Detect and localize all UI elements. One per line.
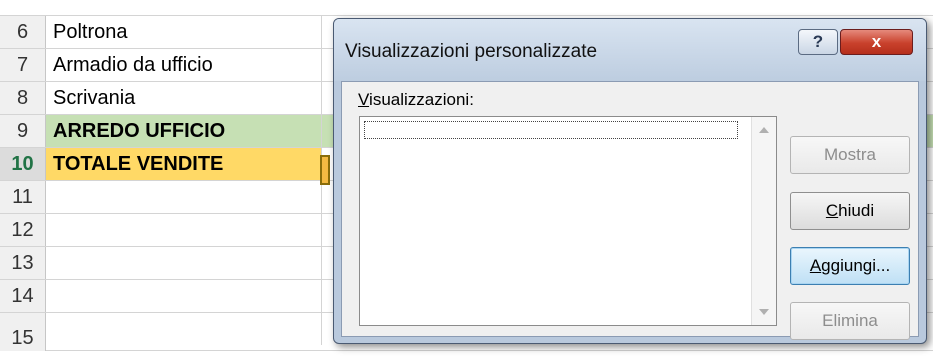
row-number[interactable]: 9 — [0, 115, 46, 147]
row-number[interactable]: 7 — [0, 49, 46, 81]
close-window-button[interactable]: x — [840, 29, 913, 55]
cell[interactable] — [46, 181, 322, 213]
cell[interactable]: ARREDO UFFICIO — [46, 115, 322, 147]
dialog-titlebar[interactable]: Visualizzazioni personalizzate ? x — [334, 19, 926, 81]
cell[interactable]: TOTALE VENDITE — [46, 148, 322, 180]
list-focus-item[interactable] — [364, 121, 738, 139]
cell[interactable]: Poltrona — [46, 16, 322, 48]
dialog-title: Visualizzazioni personalizzate — [345, 41, 598, 62]
cell[interactable]: Armadio da ufficio — [46, 49, 322, 81]
cell[interactable] — [46, 280, 322, 312]
delete-button[interactable]: Elimina — [790, 302, 910, 340]
help-button[interactable]: ? — [798, 29, 838, 55]
views-listbox[interactable] — [359, 116, 777, 326]
selected-cell[interactable] — [320, 155, 330, 185]
close-button[interactable]: Chiudi — [790, 192, 910, 230]
scroll-down-icon[interactable] — [759, 309, 769, 315]
row-number[interactable]: 11 — [0, 181, 46, 213]
listbox-scrollbar[interactable] — [751, 117, 776, 325]
add-button[interactable]: Aggiungi... — [790, 247, 910, 285]
cell[interactable]: Scrivania — [46, 82, 322, 114]
cell[interactable] — [46, 247, 322, 279]
row-number[interactable]: 13 — [0, 247, 46, 279]
scroll-up-icon[interactable] — [759, 127, 769, 133]
cell[interactable] — [46, 313, 322, 345]
cell[interactable] — [46, 214, 322, 246]
row-number[interactable]: 14 — [0, 280, 46, 312]
row-number[interactable]: 15 — [0, 313, 46, 351]
row-number[interactable]: 10 — [0, 148, 46, 180]
show-button[interactable]: Mostra — [790, 136, 910, 174]
dialog-body: Visualizzazioni: Mostra Chiudi Aggiungi.… — [341, 81, 919, 340]
row-number[interactable]: 8 — [0, 82, 46, 114]
row-number[interactable]: 6 — [0, 16, 46, 48]
row-number[interactable]: 12 — [0, 214, 46, 246]
custom-views-dialog: Visualizzazioni personalizzate ? x Visua… — [333, 18, 927, 344]
views-list-label: Visualizzazioni: — [358, 90, 474, 109]
column-header-strip — [0, 0, 933, 16]
